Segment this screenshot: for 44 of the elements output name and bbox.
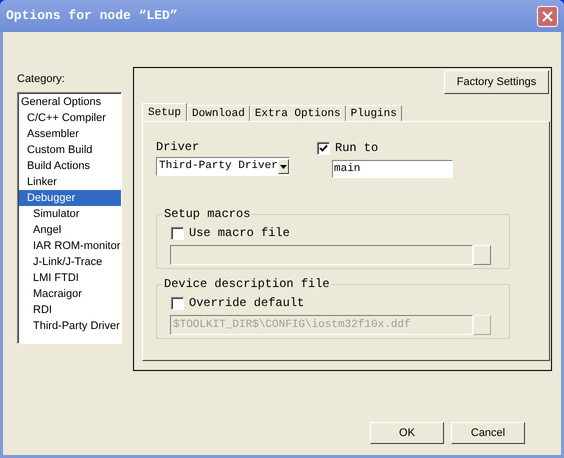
- driver-label: Driver: [156, 139, 200, 155]
- file-path-field[interactable]: [170, 245, 473, 265]
- checkbox[interactable]: [171, 296, 184, 310]
- driver-value: Third-Party Driver: [159, 159, 278, 174]
- category-item[interactable]: C/C++ Compiler: [19, 110, 121, 126]
- category-item[interactable]: LMI FTDI: [19, 270, 121, 286]
- category-item[interactable]: Build Actions: [19, 158, 121, 174]
- category-item[interactable]: Macraigor: [19, 286, 121, 302]
- dialog-button[interactable]: Cancel: [451, 422, 525, 444]
- window-title: Options for node “LED”: [6, 7, 178, 26]
- category-item[interactable]: General Options: [19, 94, 121, 110]
- tab[interactable]: Download: [187, 105, 250, 122]
- driver-select[interactable]: Third-Party Driver: [156, 157, 290, 176]
- category-label: Category:: [17, 72, 66, 87]
- checkbox-label: Run to: [335, 140, 378, 157]
- category-item[interactable]: J-Link/J-Trace: [19, 254, 121, 270]
- caret-icon: [280, 164, 287, 168]
- dropdown-button[interactable]: [278, 159, 289, 174]
- checkbox[interactable]: [171, 226, 184, 240]
- tab[interactable]: Extra Options: [250, 105, 346, 122]
- close-button[interactable]: [537, 6, 558, 26]
- checkmark-icon: [319, 144, 328, 152]
- tab[interactable]: Setup: [142, 103, 188, 122]
- category-item[interactable]: Simulator: [19, 206, 121, 222]
- category-item[interactable]: Custom Build: [19, 142, 121, 158]
- close-icon: [542, 10, 553, 22]
- run-to-field[interactable]: main: [332, 160, 453, 178]
- checkbox-label: Use macro file: [189, 225, 290, 242]
- browse-button[interactable]: [473, 245, 491, 265]
- category-item[interactable]: Third-Party Driver: [19, 318, 121, 334]
- category-item[interactable]: Debugger: [19, 190, 121, 206]
- factory-settings-button[interactable]: Factory Settings: [444, 70, 549, 94]
- category-item[interactable]: Linker: [19, 174, 121, 190]
- group-title: Setup macros: [163, 207, 252, 221]
- dialog-button[interactable]: OK: [370, 422, 444, 444]
- category-item[interactable]: Assembler: [19, 126, 121, 142]
- category-item[interactable]: RDI: [19, 302, 121, 318]
- category-item[interactable]: IAR ROM-monitor: [19, 238, 121, 254]
- tab[interactable]: Plugins: [346, 105, 402, 122]
- category-item[interactable]: Angel: [19, 222, 121, 238]
- category-list[interactable]: General Options C/C++ Compiler Assembler Custom Build Build Actions Linker Debugger Simulator Angel IAR ROM-monitor J-Link/J-Trace LMI FTDI Macraigor RDI Third-Party Driver: [17, 92, 122, 344]
- checkbox-label: Override default: [189, 295, 304, 312]
- checkbox[interactable]: [317, 142, 330, 154]
- group-title: Device description file: [163, 277, 331, 291]
